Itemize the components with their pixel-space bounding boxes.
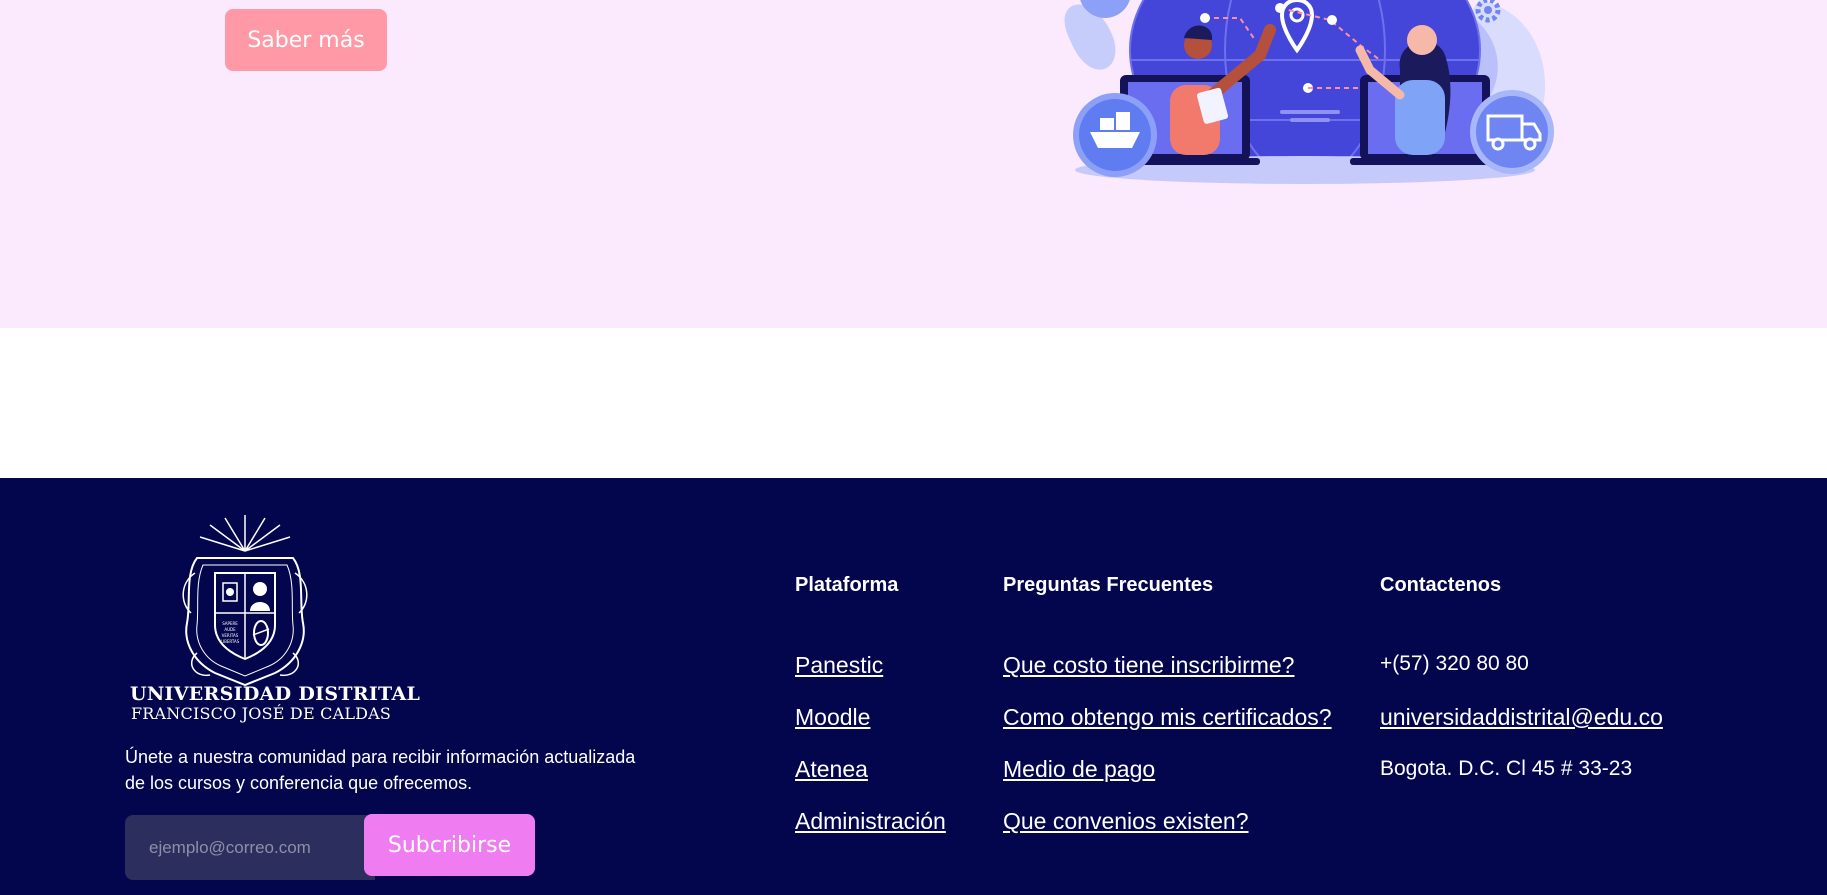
svg-text:SAPERE: SAPERE [222,621,238,626]
svg-text:LIBERTAS: LIBERTAS [221,639,240,644]
link-panestic[interactable]: Panestic [795,652,883,679]
hero-section: Saber más [0,0,1827,328]
footer: SAPERE AUDE VERITAS LIBERTAS UNIVERSIDAD… [0,478,1827,895]
plataforma-title: Plataforma [795,574,899,596]
contact-email-link[interactable]: universidaddistrital@edu.co [1380,704,1663,731]
contact-address: Bogota. D.C. Cl 45 # 33-23 [1380,757,1633,780]
university-name-line1: UNIVERSIDAD DISTRITAL [130,683,421,705]
email-input[interactable] [125,815,375,880]
ship-icon [1073,93,1157,177]
faq-link-medio-pago[interactable]: Medio de pago [1003,756,1155,783]
faq-link-convenios[interactable]: Que convenios existen? [1003,808,1249,835]
saber-mas-button[interactable]: Saber más [225,9,387,71]
logistics-illustration [1064,0,1554,184]
contact-phone: +(57) 320 80 80 [1380,652,1529,675]
svg-text:VERITAS: VERITAS [222,633,239,638]
university-name-line2: FRANCISCO JOSÉ DE CALDAS [131,704,392,723]
contact-title: Contactenos [1380,574,1502,596]
faq-title: Preguntas Frecuentes [1003,574,1214,596]
truck-icon [1470,90,1554,174]
university-seal-logo: SAPERE AUDE VERITAS LIBERTAS [182,515,308,687]
svg-text:AUDE: AUDE [224,627,236,632]
faq-link-certificados[interactable]: Como obtengo mis certificados? [1003,704,1332,731]
faq-link-costo[interactable]: Que costo tiene inscribirme? [1003,652,1294,679]
spacer-band [0,328,1827,478]
subscribe-button[interactable]: Subcribirse [364,814,535,876]
link-administracion[interactable]: Administración [795,808,946,835]
link-atenea[interactable]: Atenea [795,756,868,783]
link-moodle[interactable]: Moodle [795,704,870,731]
newsletter-description: Únete a nuestra comunidad para recibir i… [125,747,636,793]
